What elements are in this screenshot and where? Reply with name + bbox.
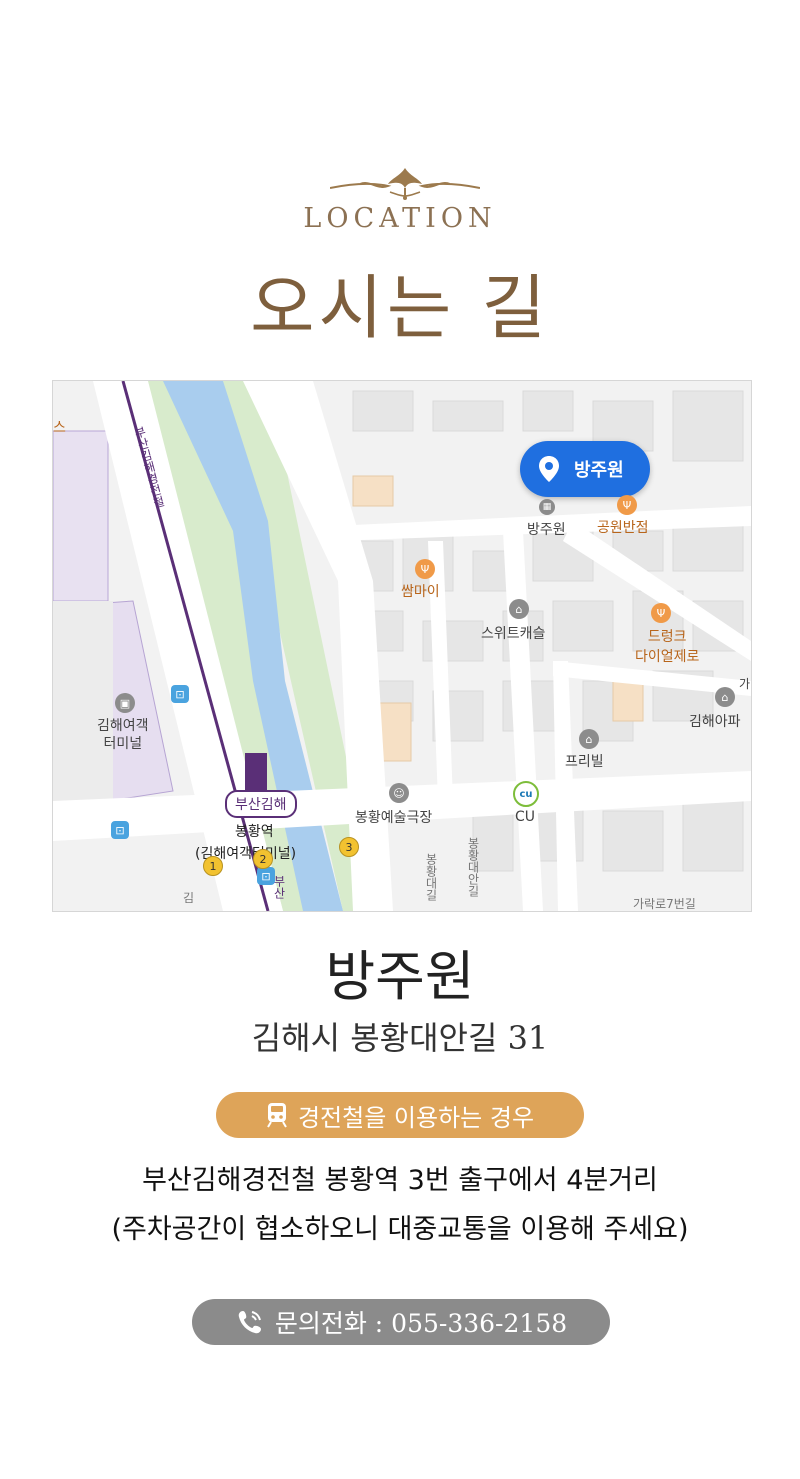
map-label-freeville: 프리빌 (565, 754, 604, 770)
map-label-busan: 부산 (272, 875, 286, 899)
map-label-road1: 봉황대길 (424, 853, 438, 901)
phone-icon (235, 1307, 265, 1337)
terminal-icon: ▣ (115, 693, 135, 713)
pin-icon (534, 454, 564, 484)
home-icon: ⌂ (509, 599, 529, 619)
place-name: 방주원 (325, 945, 475, 1008)
section-eyebrow: LOCATION (303, 203, 497, 234)
transit-label: 경전철을 이용하는 경우 (297, 1103, 535, 1132)
map-label-ga: 가 (739, 677, 751, 691)
theater-icon: ☺ (389, 783, 409, 803)
parking-notice: (주차공간이 협소하오니 대중교통을 이용해 주세요) (111, 1214, 689, 1245)
restaurant-icon: Ψ (617, 495, 637, 515)
map-label-station: 봉황역 (235, 824, 274, 840)
ornament-icon (330, 168, 480, 200)
map-label-sweet: 스위트캐슬 (481, 626, 546, 642)
exit-1-badge: 1 (203, 856, 223, 876)
bus-stop-icon[interactable]: ⊡ (111, 821, 129, 839)
exit-3-badge: 3 (339, 837, 359, 857)
place-address: 김해시 봉황대안길 31 (251, 1019, 549, 1057)
cu-icon: cu (513, 781, 539, 807)
restaurant-icon: Ψ (651, 603, 671, 623)
map-label-gimhae-apt: 김해아파 (689, 714, 741, 730)
location-marker[interactable]: 방주원 (520, 441, 650, 497)
map-label-theater: 봉황예술극장 (355, 810, 433, 826)
map-label-gongwon: 공원반점 (597, 520, 649, 536)
contact-label: 문의전화 : 055-336-2158 (274, 1309, 568, 1338)
map-label-bangjuwon: 방주원 (527, 522, 566, 538)
exit-2-badge: 2 (253, 849, 273, 869)
home-icon: ⌂ (579, 729, 599, 749)
map-label-edge: 스 (53, 420, 66, 436)
map-label-cu: CU (515, 809, 536, 825)
direction-text: 부산김해경전철 봉황역 3번 출구에서 4분거리 (142, 1165, 658, 1196)
map-label-ssammai: 쌈마이 (401, 584, 440, 600)
building-icon: ▦ (539, 499, 555, 515)
location-map[interactable]: 스 부산김해경전철 ▣ 김해여객 터미널 ⊡ ⊡ ⊡ 부산김해 봉황역 (김해여… (52, 380, 752, 912)
restaurant-icon: Ψ (415, 559, 435, 579)
map-label-terminal: 김해여객 터미널 (97, 718, 149, 752)
page-title: 오시는 길 (250, 267, 550, 349)
marker-label: 방주원 (574, 460, 624, 481)
map-label-road3: 가락로7번길 (633, 897, 696, 911)
contact-phone-button[interactable]: 문의전화 : 055-336-2158 (192, 1299, 610, 1345)
transit-badge: 경전철을 이용하는 경우 (216, 1092, 584, 1138)
map-label-gim: 김 (183, 891, 195, 905)
train-icon (266, 1102, 288, 1128)
map-label-road2: 봉황대안길 (466, 837, 480, 897)
home-icon: ⌂ (715, 687, 735, 707)
map-label-drunk: 드렁크 다이얼제로 (635, 629, 700, 665)
station-badge[interactable]: 부산김해 (225, 790, 297, 818)
bus-stop-icon[interactable]: ⊡ (171, 685, 189, 703)
